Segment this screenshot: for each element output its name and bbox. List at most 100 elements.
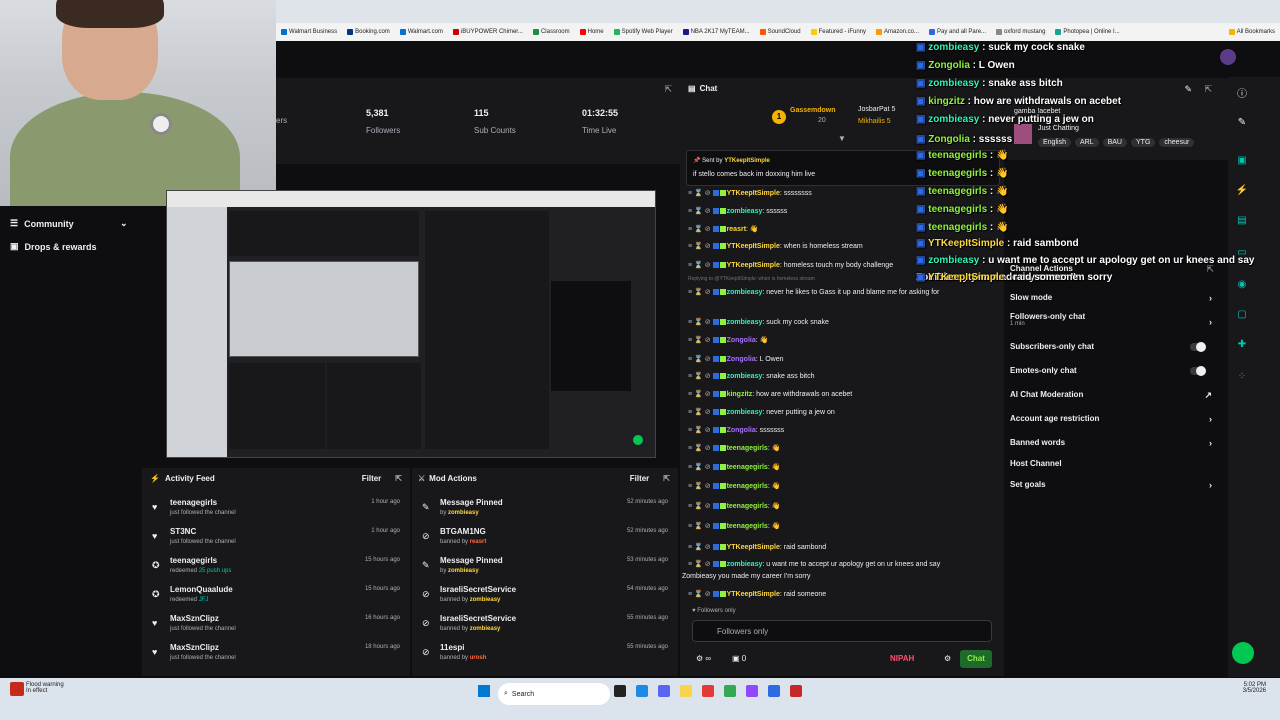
chat-message[interactable]: ≡ ⌛ ⊘ zombieasy: suck my cock snake	[688, 318, 1000, 327]
activity-item[interactable]: ✪ LemonQuaalude redeemed JFJ 15 hours ago	[142, 585, 410, 613]
mod-tools-icon[interactable]: ≡ ⌛ ⊘	[688, 289, 711, 296]
gifter-2[interactable]: JosbarPat 5	[858, 106, 895, 113]
app-icon[interactable]	[768, 685, 780, 697]
bookmark[interactable]: Pay and all Pare...	[924, 29, 991, 35]
bookmark[interactable]: NBA 2K17 MyTEAM...	[678, 29, 755, 35]
mod-tools-icon[interactable]: ≡ ⌛ ⊘	[688, 373, 711, 380]
banned-words[interactable]: Banned words ›	[1010, 438, 1212, 448]
chat-username[interactable]: zombieasy	[727, 289, 763, 296]
chat-username[interactable]: zombieasy	[727, 561, 763, 568]
bookmark[interactable]: Booking.com	[342, 29, 395, 35]
bookmark[interactable]: Walmart Business	[276, 29, 342, 35]
mod-tools-icon[interactable]: ≡ ⌛ ⊘	[688, 319, 711, 326]
taskview-icon[interactable]	[614, 685, 626, 697]
ai-chat-moderation[interactable]: AI Chat Moderation ↗	[1010, 390, 1212, 400]
chat-message[interactable]: ≡ ⌛ ⊘ teenagegirls: 👋	[688, 463, 1000, 472]
mod-action-item[interactable]: ⊘ BTGAM1NG banned by reasrt 52 minutes ago	[412, 527, 678, 555]
mod-action-item[interactable]: ✎ Message Pinned by zombieasy 52 minutes ag…	[412, 498, 678, 526]
clip-icon[interactable]: ▤	[1234, 215, 1250, 231]
subscribers-only-chat[interactable]: Subscribers-only chat	[1010, 342, 1212, 352]
bolt-icon[interactable]: ⚡	[1234, 185, 1250, 201]
bookmark[interactable]: Home	[575, 29, 609, 35]
chat-username[interactable]: zombieasy	[727, 373, 763, 380]
chat-username[interactable]: zombieasy	[727, 208, 763, 215]
chat-message[interactable]: Zombieasy you made my career I'm sorry	[682, 572, 1000, 581]
discord-icon[interactable]	[658, 685, 670, 697]
slow-mode[interactable]: Slow mode ›	[1010, 293, 1212, 303]
chat-username[interactable]: teenagegirls	[727, 503, 768, 510]
mod-tools-icon[interactable]: ≡ ⌛ ⊘	[688, 391, 711, 398]
activity-item[interactable]: ✪ teenagegirls redeemed 25 push ups 15 hour…	[142, 556, 410, 584]
activity-item[interactable]: ♥ MaxSznClipz just followed the channel 16…	[142, 614, 410, 642]
chat-message[interactable]: ≡ ⌛ ⊘ YTKeepItSimple: raid sambond	[688, 543, 1000, 552]
bookmark[interactable]: Amazon.co...	[871, 29, 924, 35]
chat-username[interactable]: Zongolia	[727, 337, 756, 344]
mod-tools-icon[interactable]: ≡ ⌛ ⊘	[688, 243, 711, 250]
app-icon[interactable]	[702, 685, 714, 697]
chat-message[interactable]: ≡ ⌛ ⊘ zombieasy: never he likes to Gass i…	[688, 288, 1000, 297]
bookmark[interactable]: Classroom	[528, 29, 575, 35]
chat-message[interactable]: ≡ ⌛ ⊘ Zongolia: 👋	[688, 336, 1000, 345]
chat-username[interactable]: teenagegirls	[727, 523, 768, 530]
bookmark[interactable]: Photopea | Online I...	[1050, 29, 1124, 35]
chat-username[interactable]: teenagegirls	[727, 445, 768, 452]
activity-item[interactable]: ♥ ST3NC just followed the channel 1 hour a…	[142, 527, 410, 555]
chat-message[interactable]: ≡ ⌛ ⊘ YTKeepItSimple: raid someone	[688, 590, 1000, 599]
toggle-switch[interactable]	[1190, 342, 1206, 352]
mod-action-item[interactable]: ⊘ 11espi banned by urosh 55 minutes ago	[412, 643, 678, 671]
chat-username[interactable]: YTKeepItSimple	[727, 591, 780, 598]
chat-username[interactable]: YTKeepItSimple	[727, 262, 780, 269]
activity-item[interactable]: ♥ MaxSznClipz just followed the channel 18…	[142, 643, 410, 671]
followers-only-chat[interactable]: Followers-only chat 1 min ›	[1010, 312, 1212, 327]
settings-controls[interactable]: ⚙ ∞	[696, 654, 711, 663]
activity-item[interactable]: ♥ teenagegirls just followed the channel 1…	[142, 498, 410, 526]
bookmark[interactable]: All Bookmarks	[1224, 29, 1280, 35]
chat-message[interactable]: ≡ ⌛ ⊘ teenagegirls: 👋	[688, 482, 1000, 491]
chat-username[interactable]: Zongolia	[727, 356, 756, 363]
mod-tools-icon[interactable]: ≡ ⌛ ⊘	[688, 190, 711, 197]
mod-tools-icon[interactable]: ≡ ⌛ ⊘	[688, 483, 711, 490]
bookmark[interactable]: Featured - iFunny	[806, 29, 871, 35]
taskbar-search[interactable]: ⌕ Search	[498, 683, 610, 705]
chat-input[interactable]: Followers only	[692, 620, 992, 642]
mod-tools-icon[interactable]: ≡ ⌛ ⊘	[688, 356, 711, 363]
camera-icon[interactable]: ▣	[1234, 155, 1250, 171]
chat-username[interactable]: teenagegirls	[727, 483, 768, 490]
monitor-icon[interactable]: ▢	[1234, 309, 1250, 325]
tag[interactable]: BAU	[1102, 138, 1127, 147]
bits-emote[interactable]: NIPAH	[890, 654, 914, 663]
toggle-switch[interactable]	[1190, 366, 1206, 376]
mod-tools-icon[interactable]: ≡ ⌛ ⊘	[688, 409, 711, 416]
clock[interactable]: 5:02 PM 3/5/2026	[1243, 682, 1266, 694]
pencil-icon[interactable]: ✎	[1234, 117, 1250, 133]
folder-icon[interactable]	[680, 685, 692, 697]
gear-icon[interactable]: ⚙	[944, 654, 951, 663]
mod-tools-icon[interactable]: ≡ ⌛ ⊘	[688, 523, 711, 530]
chat-username[interactable]: zombieasy	[727, 409, 763, 416]
tag[interactable]: YTG	[1131, 138, 1156, 147]
mod-tools-icon[interactable]: ≡ ⌛ ⊘	[688, 226, 711, 233]
activity-filter-button[interactable]: Filter	[362, 474, 382, 483]
bookmark[interactable]: Walmart.com	[395, 29, 448, 35]
popout-icon[interactable]: ⇱	[663, 474, 670, 483]
chat-message[interactable]: ≡ ⌛ ⊘ teenagegirls: 👋	[688, 444, 1000, 453]
chat-message[interactable]: ≡ ⌛ ⊘ zombieasy: u want me to accept ur a…	[688, 560, 1000, 569]
bookmark[interactable]: Spotify Web Player	[609, 29, 678, 35]
bookmark[interactable]: SoundCloud	[755, 29, 806, 35]
sidebar-item-community[interactable]: ☰ Community ⌄	[10, 218, 128, 229]
mod-tools-icon[interactable]: ≡ ⌛ ⊘	[688, 337, 711, 344]
set-goals[interactable]: Set goals ›	[1010, 480, 1212, 490]
twitch-icon[interactable]	[746, 685, 758, 697]
wrench-icon[interactable]: ✚	[1234, 339, 1250, 355]
tag[interactable]: English	[1038, 138, 1071, 147]
mod-tools-icon[interactable]: ≡ ⌛ ⊘	[688, 427, 711, 434]
edge-icon[interactable]	[636, 685, 648, 697]
mod-filter-button[interactable]: Filter	[630, 474, 650, 483]
category[interactable]: Just Chatting	[1038, 125, 1079, 132]
chat-username[interactable]: YTKeepItSimple	[727, 190, 780, 197]
mod-tools-icon[interactable]: ≡ ⌛ ⊘	[688, 464, 711, 471]
mod-action-item[interactable]: ⊘ IsraeliSecretService banned by zombieasy…	[412, 614, 678, 642]
chat-username[interactable]: teenagegirls	[727, 464, 768, 471]
account-age-restriction[interactable]: Account age restriction ›	[1010, 414, 1212, 424]
top-gifter-name[interactable]: Gassemdown	[790, 107, 836, 114]
